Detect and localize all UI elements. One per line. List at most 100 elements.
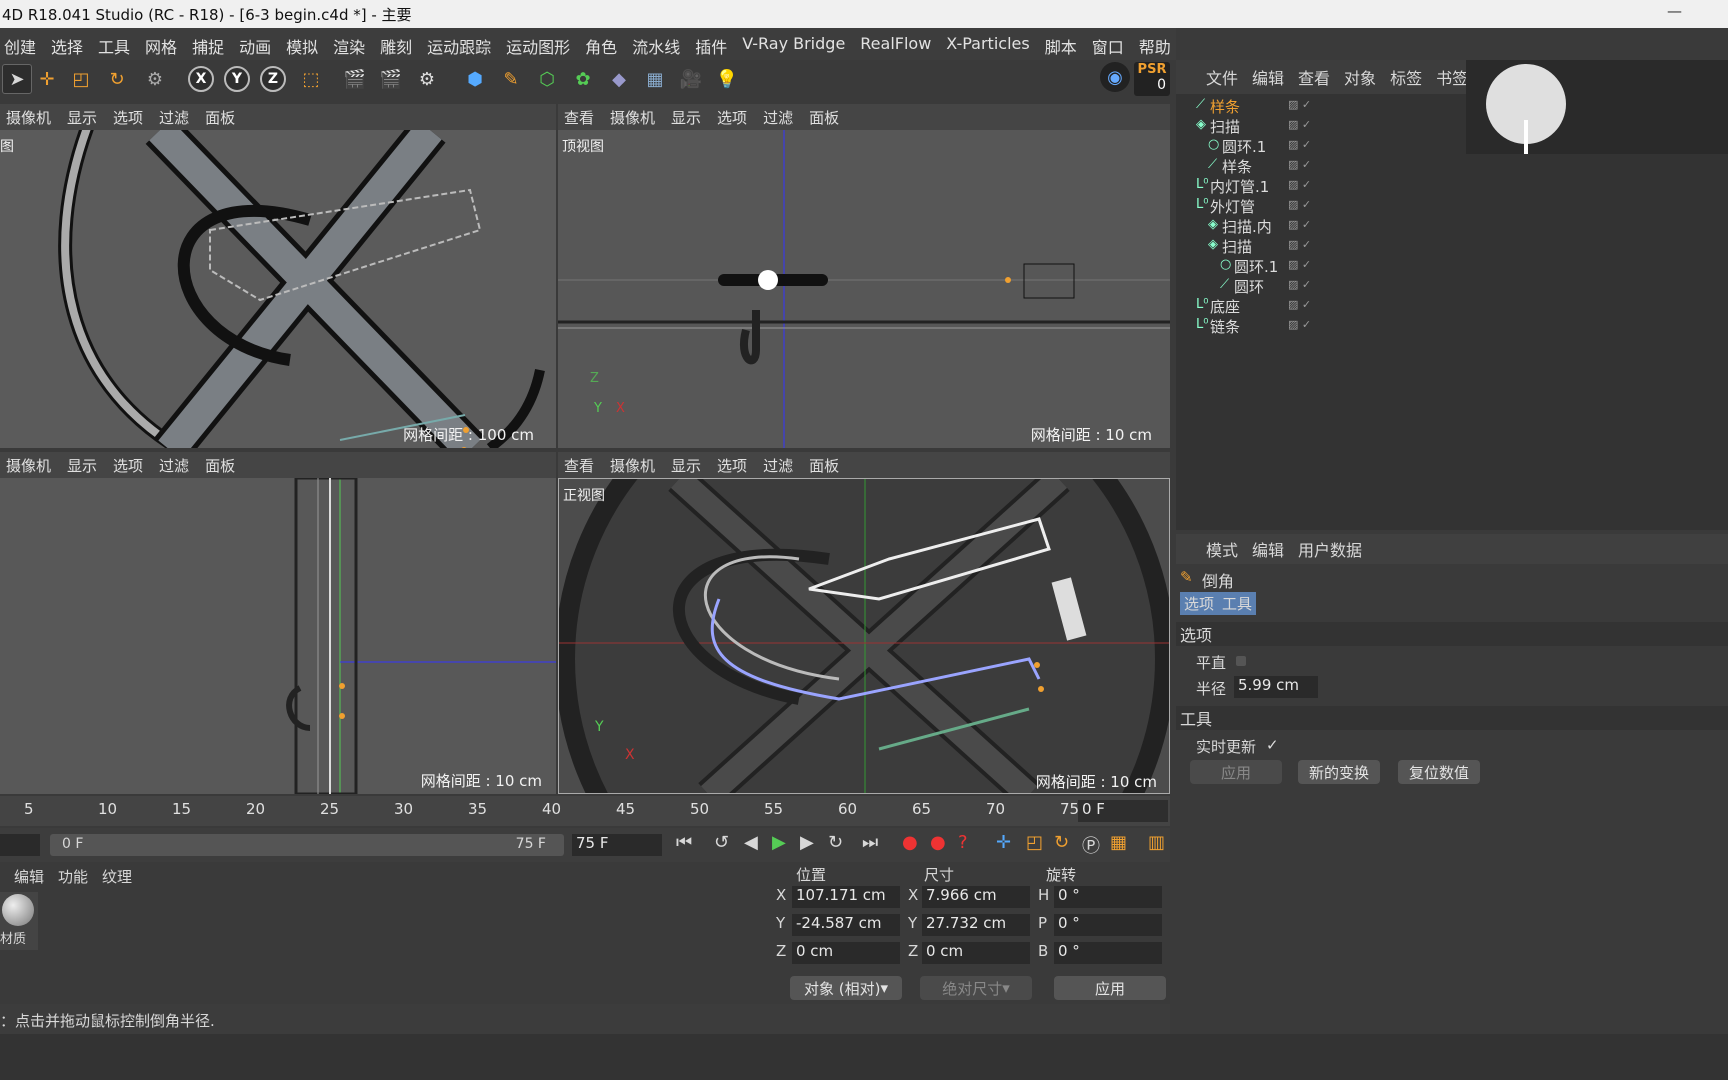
position-field[interactable]: 107.171 cm [792, 886, 900, 908]
move-tool-icon[interactable]: ✛ [32, 64, 62, 94]
position-field[interactable]: 0 cm [792, 942, 900, 964]
camera-icon[interactable]: 🎥 [676, 64, 706, 94]
viewport-perspective[interactable]: 图 网格间距 : 100 cm [0, 130, 556, 448]
light-icon[interactable]: 💡 [712, 64, 742, 94]
visibility-icon[interactable]: ▨ ✓ [1288, 98, 1311, 111]
viewport-right[interactable]: 网格间距 : 10 cm [0, 478, 556, 794]
viewport-menu-item[interactable]: 显示 [671, 455, 701, 476]
material-menu-item[interactable]: 纹理 [102, 866, 132, 887]
key-rotation-icon[interactable]: ↻ [1054, 832, 1069, 853]
visibility-icon[interactable]: ▨ ✓ [1288, 178, 1311, 191]
viewport-menu-item[interactable]: 过滤 [159, 107, 189, 128]
menu-item[interactable]: 雕刻 [380, 34, 412, 58]
mograph-icon[interactable]: ✿ [568, 64, 598, 94]
autokey-icon[interactable]: ● [930, 832, 946, 853]
object-menu-item[interactable]: 查看 [1298, 65, 1330, 89]
key-scale-icon[interactable]: ◰ [1026, 832, 1043, 853]
viewport-menu-item[interactable]: 选项 [113, 107, 143, 128]
viewport-menu-item[interactable]: 面板 [809, 455, 839, 476]
new-transform-button[interactable]: 新的变换 [1298, 760, 1380, 784]
flat-checkbox[interactable] [1236, 656, 1246, 666]
viewport-menu-item[interactable]: 选项 [113, 455, 143, 476]
viewport-menu-item[interactable]: 面板 [205, 107, 235, 128]
size-field[interactable]: 7.966 cm [922, 886, 1030, 908]
menu-item[interactable]: 创建 [4, 34, 36, 58]
viewport-menu-item[interactable]: 摄像机 [6, 107, 51, 128]
menu-item[interactable]: 插件 [695, 34, 727, 58]
object-row[interactable]: ⟋ 圆环 ▨ ✓ [1176, 276, 1596, 296]
cube-icon[interactable]: ⬢ [460, 64, 490, 94]
object-menu-item[interactable]: 书签 [1436, 65, 1468, 89]
visibility-icon[interactable]: ▨ ✓ [1288, 258, 1311, 271]
material-swatch[interactable]: 材质 [0, 892, 38, 950]
viewport-top[interactable]: Z YX 顶视图 网格间距 : 10 cm [558, 130, 1170, 448]
visibility-icon[interactable]: ▨ ✓ [1288, 158, 1311, 171]
menu-item[interactable]: 模拟 [286, 34, 318, 58]
viewport-menu-item[interactable]: 显示 [67, 107, 97, 128]
rotation-field[interactable]: 0 ° [1054, 886, 1162, 908]
menu-item[interactable]: 动画 [239, 34, 271, 58]
coordinate-system-icon[interactable]: ⬚ [296, 64, 326, 94]
render-settings-icon[interactable]: ⚙ [412, 64, 442, 94]
menu-item[interactable]: 网格 [145, 34, 177, 58]
prev-frame-icon[interactable]: ◀ [744, 832, 758, 853]
viewport-menu-item[interactable]: 面板 [809, 107, 839, 128]
menu-item[interactable]: X-Particles [946, 34, 1029, 58]
object-menu-item[interactable]: 标签 [1390, 65, 1422, 89]
render-picture-viewer-icon[interactable]: 🎬 [376, 64, 406, 94]
timeline-window-icon[interactable]: ▥ [1148, 832, 1165, 853]
attr-menu-item[interactable]: 用户数据 [1298, 537, 1362, 561]
minimize-icon[interactable]: — [1667, 2, 1682, 20]
menu-item[interactable]: RealFlow [860, 34, 931, 58]
attr-menu-item[interactable]: 编辑 [1252, 537, 1284, 561]
pen-icon[interactable]: ✎ [496, 64, 526, 94]
reset-values-button[interactable]: 复位数值 [1398, 760, 1480, 784]
select-arrow-icon[interactable]: ➤ [2, 64, 32, 94]
material-menu-item[interactable]: 编辑 [14, 866, 44, 887]
axis-y-icon[interactable]: Y [224, 66, 250, 92]
key-position-icon[interactable]: ✛ [996, 832, 1011, 853]
rotation-field[interactable]: 0 ° [1054, 942, 1162, 964]
viewport-menu-item[interactable]: 过滤 [763, 455, 793, 476]
visibility-icon[interactable]: ▨ ✓ [1288, 238, 1311, 251]
visibility-icon[interactable]: ▨ ✓ [1288, 318, 1311, 331]
key-param-icon[interactable]: Ⓟ [1082, 832, 1100, 858]
visibility-icon[interactable]: ▨ ✓ [1288, 118, 1311, 131]
frame-range-slider[interactable]: 0 F 75 F [50, 834, 564, 856]
menu-item[interactable]: 脚本 [1045, 34, 1077, 58]
viewport-menu-item[interactable]: 面板 [205, 455, 235, 476]
tab-tool[interactable]: 工具 [1218, 592, 1257, 615]
max-frame-field[interactable]: 75 F [572, 834, 662, 856]
rotate-tool-icon[interactable]: ↻ [102, 64, 132, 94]
menu-item[interactable]: 渲染 [333, 34, 365, 58]
viewport-menu-item[interactable]: 摄像机 [610, 455, 655, 476]
goto-start-icon[interactable]: ⏮ [676, 832, 692, 853]
object-row[interactable]: L⁰ 内灯管.1 ▨ ✓ [1176, 176, 1596, 196]
menu-item[interactable]: 运动跟踪 [427, 34, 491, 58]
subdivision-icon[interactable]: ⬡ [532, 64, 562, 94]
coordinate-mode-select[interactable]: 对象 (相对) ▾ [790, 976, 902, 1000]
menu-item[interactable]: 角色 [585, 34, 617, 58]
object-row[interactable]: ⟋ 样条 ▨ ✓ [1176, 156, 1596, 176]
render-view-icon[interactable]: 🎬 [340, 64, 370, 94]
menu-item[interactable]: 工具 [98, 34, 130, 58]
key-pla-icon[interactable]: ▦ [1110, 832, 1127, 853]
viewport-menu-item[interactable]: 显示 [67, 455, 97, 476]
visibility-icon[interactable]: ▨ ✓ [1288, 278, 1311, 291]
play-icon[interactable]: ▶ [772, 832, 786, 853]
menu-item[interactable]: 运动图形 [506, 34, 570, 58]
viewport-menu-item[interactable]: 摄像机 [6, 455, 51, 476]
realtime-update-checkbox[interactable]: ✓ [1266, 736, 1279, 754]
layout-icon[interactable]: ◉ [1100, 62, 1130, 92]
object-row[interactable]: L⁰ 链条 ▨ ✓ [1176, 316, 1596, 336]
viewport-menu-item[interactable]: 过滤 [763, 107, 793, 128]
record-icon[interactable]: ● [902, 832, 918, 853]
scale-tool-icon[interactable]: ◰ [66, 64, 96, 94]
visibility-icon[interactable]: ▨ ✓ [1288, 138, 1311, 151]
material-menu-item[interactable]: 功能 [58, 866, 88, 887]
prev-key-icon[interactable]: ↺ [714, 832, 729, 853]
menu-item[interactable]: 流水线 [632, 34, 680, 58]
object-row[interactable]: ◈ 扫描.内 ▨ ✓ [1176, 216, 1596, 236]
next-frame-icon[interactable]: ▶ [800, 832, 814, 853]
tab-options[interactable]: 选项 [1180, 592, 1219, 615]
